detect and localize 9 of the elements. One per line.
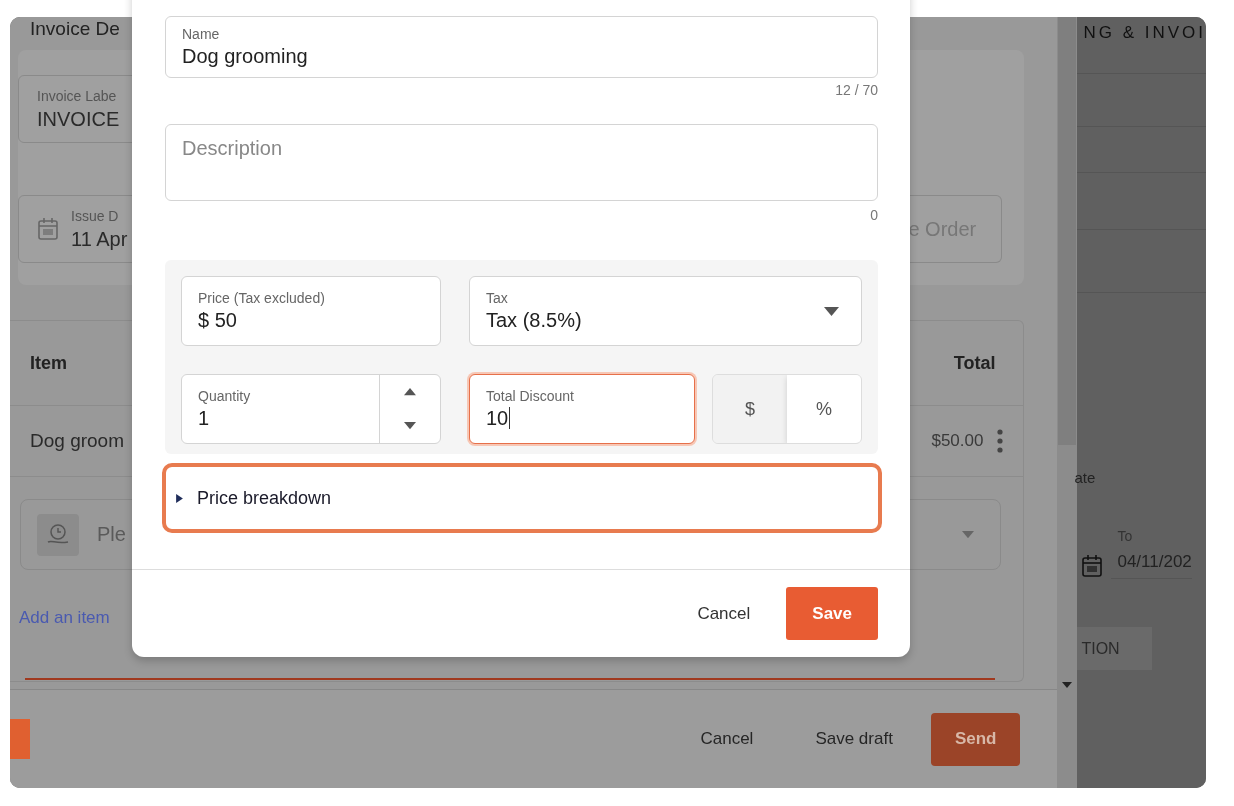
table-cell: Dog groom [30, 430, 124, 452]
panel-heading: NG & INVOI [1077, 17, 1206, 74]
field-label: ate [1074, 469, 1097, 486]
page-title: Invoice De [30, 18, 120, 40]
table-cell: $50.00 [931, 431, 984, 451]
character-counter: 0 [870, 207, 878, 223]
character-counter: 12 / 70 [835, 82, 878, 98]
column-header: Total [953, 352, 996, 374]
column-header: Item [30, 352, 67, 374]
